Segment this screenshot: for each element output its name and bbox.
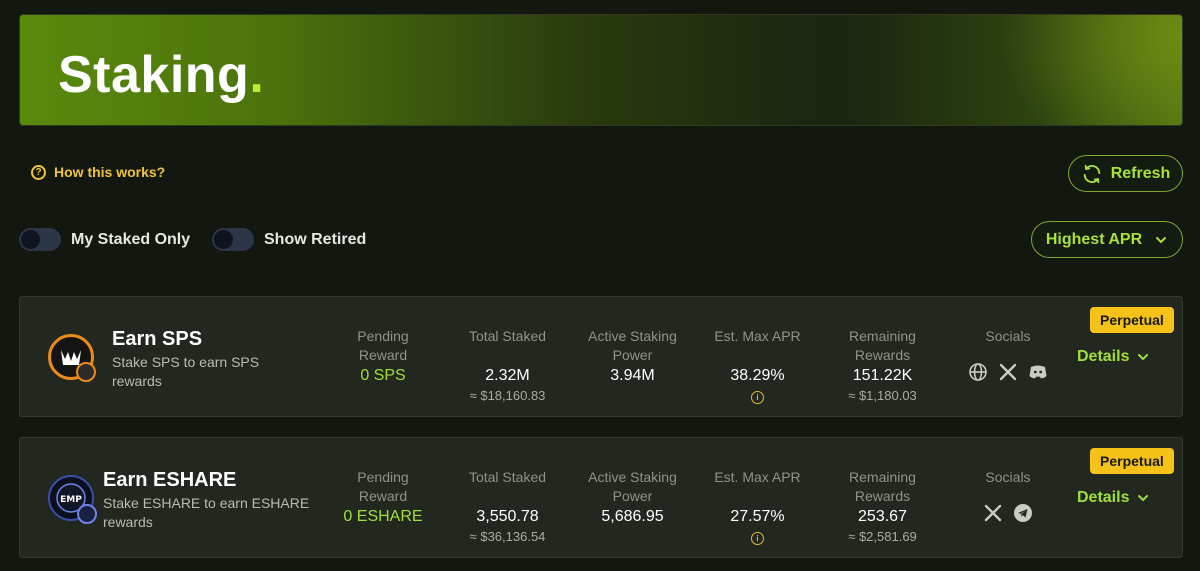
pool-description: Stake ESHARE to earn ESHARE rewards bbox=[103, 495, 310, 530]
socials-label: Socials bbox=[985, 469, 1031, 485]
perpetual-badge: Perpetual bbox=[1090, 448, 1174, 474]
page-title: Staking. bbox=[58, 46, 265, 104]
remaining-rewards-usd: ≈ $1,180.03 bbox=[848, 388, 917, 403]
remaining-rewards-label: Remaining Rewards bbox=[849, 328, 916, 363]
pending-reward-label: Pending Reward bbox=[357, 328, 409, 363]
remaining-rewards-label: Remaining Rewards bbox=[849, 469, 916, 504]
est-max-apr-label: Est. Max APR bbox=[714, 469, 801, 485]
sps-token-logo bbox=[48, 334, 96, 382]
est-max-apr-column: Est. Max APR 27.57% i bbox=[700, 468, 815, 546]
total-staked-usd: ≈ $18,160.83 bbox=[469, 388, 546, 403]
telegram-icon[interactable] bbox=[1013, 503, 1033, 523]
sort-dropdown[interactable]: Highest APR bbox=[1031, 221, 1183, 258]
chevron-down-icon bbox=[1138, 495, 1149, 502]
perpetual-badge: Perpetual bbox=[1090, 307, 1174, 333]
active-staking-power-value: 5,686.95 bbox=[601, 508, 664, 525]
est-max-apr-column: Est. Max APR 38.29% i bbox=[700, 327, 815, 405]
active-staking-power-label: Active Staking Power bbox=[588, 328, 677, 363]
refresh-icon bbox=[1083, 164, 1100, 183]
question-circle-icon: ? bbox=[31, 164, 46, 180]
apr-info-icon[interactable]: i bbox=[751, 532, 764, 545]
details-toggle[interactable]: Details bbox=[1077, 348, 1149, 366]
eshare-token-logo: EMP bbox=[48, 475, 97, 524]
total-staked-label: Total Staked bbox=[468, 328, 547, 344]
socials-label: Socials bbox=[985, 328, 1031, 344]
x-icon[interactable] bbox=[998, 362, 1018, 382]
refresh-button[interactable]: Refresh bbox=[1068, 155, 1183, 192]
discord-icon[interactable] bbox=[1028, 362, 1048, 382]
eshare-chain-badge-icon bbox=[77, 504, 97, 524]
details-label: Details bbox=[1077, 489, 1130, 506]
est-max-apr-label: Est. Max APR bbox=[714, 328, 801, 344]
how-this-works-link[interactable]: ? How this works? bbox=[31, 164, 165, 180]
pending-reward-label: Pending Reward bbox=[357, 469, 409, 504]
details-toggle[interactable]: Details bbox=[1077, 489, 1149, 507]
pending-reward-column: Pending Reward 0 ESHARE bbox=[333, 468, 433, 526]
pool-card-eshare: EMP Earn ESHARE Stake ESHARE to earn ESH… bbox=[19, 437, 1183, 558]
remaining-rewards-usd: ≈ $2,581.69 bbox=[848, 529, 917, 544]
active-staking-power-label: Active Staking Power bbox=[588, 469, 677, 504]
sort-selected-label: Highest APR bbox=[1045, 230, 1143, 248]
show-retired-filter[interactable]: Show Retired bbox=[212, 228, 366, 251]
est-max-apr-value: 38.29% bbox=[730, 367, 785, 384]
remaining-rewards-column: Remaining Rewards 151.22K ≈ $1,180.03 bbox=[830, 327, 935, 403]
globe-icon[interactable] bbox=[968, 362, 988, 382]
refresh-label: Refresh bbox=[1110, 164, 1171, 182]
total-staked-value: 3,550.78 bbox=[476, 508, 539, 525]
total-staked-value: 2.32M bbox=[485, 367, 530, 384]
show-retired-toggle[interactable] bbox=[212, 228, 254, 251]
my-staked-only-toggle[interactable] bbox=[19, 228, 61, 251]
total-staked-label: Total Staked bbox=[468, 469, 547, 485]
remaining-rewards-column: Remaining Rewards 253.67 ≈ $2,581.69 bbox=[830, 468, 935, 544]
x-icon[interactable] bbox=[983, 503, 1003, 523]
remaining-rewards-value: 253.67 bbox=[858, 508, 907, 525]
how-this-works-label: How this works? bbox=[54, 164, 166, 180]
chevron-down-icon bbox=[1138, 354, 1149, 361]
my-staked-only-label: My Staked Only bbox=[71, 230, 191, 248]
apr-info-icon[interactable]: i bbox=[751, 391, 764, 404]
svg-text:EMP: EMP bbox=[60, 495, 82, 505]
pending-reward-column: Pending Reward 0 SPS bbox=[338, 327, 428, 385]
pool-title: Earn SPS bbox=[112, 328, 203, 350]
total-staked-usd: ≈ $36,136.54 bbox=[469, 529, 546, 544]
sps-chain-badge-icon bbox=[76, 362, 96, 382]
active-staking-power-column: Active Staking Power 5,686.95 bbox=[575, 468, 690, 526]
remaining-rewards-value: 151.22K bbox=[852, 367, 913, 384]
active-staking-power-value: 3.94M bbox=[610, 367, 655, 384]
pending-reward-value: 0 ESHARE bbox=[343, 508, 423, 525]
details-label: Details bbox=[1077, 348, 1130, 365]
socials-column: Socials bbox=[958, 468, 1058, 523]
socials-column: Socials bbox=[958, 327, 1058, 382]
show-retired-label: Show Retired bbox=[264, 230, 367, 248]
pool-description: Stake SPS to earn SPS rewards bbox=[112, 354, 260, 389]
est-max-apr-value: 27.57% bbox=[730, 508, 785, 525]
pool-title: Earn ESHARE bbox=[103, 469, 237, 491]
chevron-down-icon bbox=[1156, 236, 1167, 243]
hero-banner: Staking. bbox=[19, 14, 1183, 126]
my-staked-only-filter[interactable]: My Staked Only bbox=[19, 228, 190, 251]
total-staked-column: Total Staked 2.32M ≈ $18,160.83 bbox=[450, 327, 565, 403]
pool-card-sps: Earn SPS Stake SPS to earn SPS rewards P… bbox=[19, 296, 1183, 417]
pending-reward-value: 0 SPS bbox=[360, 367, 406, 384]
total-staked-column: Total Staked 3,550.78 ≈ $36,136.54 bbox=[450, 468, 565, 544]
active-staking-power-column: Active Staking Power 3.94M bbox=[575, 327, 690, 385]
